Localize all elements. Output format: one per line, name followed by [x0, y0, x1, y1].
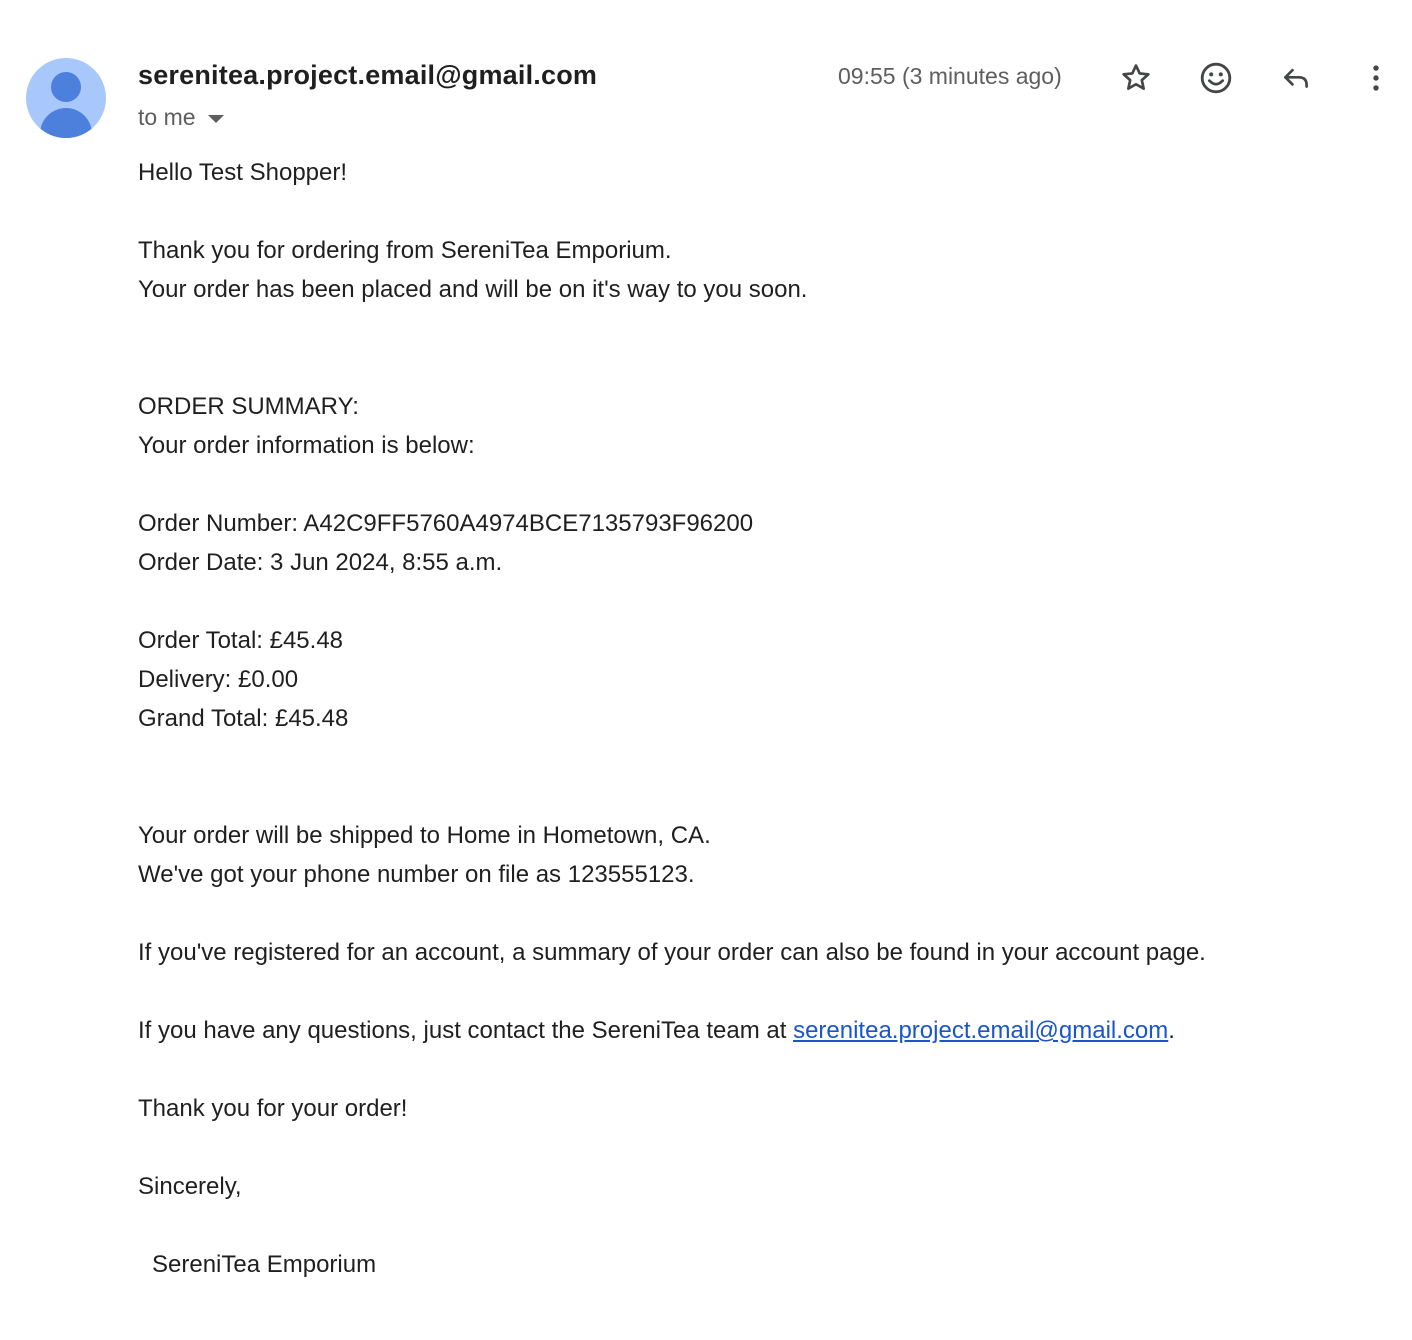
- closing-thanks: Thank you for your order!: [138, 1095, 408, 1122]
- order-placed-line: Your order has been placed and will be o…: [138, 276, 808, 303]
- star-button[interactable]: [1116, 58, 1156, 98]
- reply-button[interactable]: [1276, 58, 1316, 98]
- email-view: serenitea.project.email@gmail.com to me …: [0, 0, 1412, 1340]
- sign-off: Sincerely,: [138, 1173, 242, 1200]
- contact-email-link[interactable]: serenitea.project.email@gmail.com: [793, 1017, 1168, 1044]
- grand-total: Grand Total: £45.48: [138, 705, 349, 732]
- recipient-details-toggle[interactable]: to me: [138, 104, 224, 131]
- star-icon: [1122, 64, 1150, 90]
- sender-email[interactable]: serenitea.project.email@gmail.com: [138, 60, 597, 91]
- shipping-line: Your order will be shipped to Home in Ho…: [138, 822, 711, 849]
- phone-line: We've got your phone number on file as 1…: [138, 861, 695, 888]
- delivery-cost: Delivery: £0.00: [138, 666, 299, 693]
- order-summary-heading: ORDER SUMMARY:: [138, 393, 359, 420]
- reply-icon: [1284, 68, 1308, 88]
- contact-line: If you have any questions, just contact …: [138, 1017, 1175, 1045]
- greeting: Hello Test Shopper!: [138, 159, 348, 186]
- avatar-body-shape: [40, 108, 92, 138]
- emoji-icon: [1200, 62, 1232, 94]
- thanks-line: Thank you for ordering from SereniTea Em…: [138, 237, 672, 264]
- order-total: Order Total: £45.48: [138, 627, 344, 654]
- chevron-down-icon[interactable]: [207, 114, 224, 123]
- email-timestamp: 09:55 (3 minutes ago): [838, 63, 1062, 89]
- avatar-head-shape: [51, 72, 81, 102]
- more-options-button[interactable]: [1356, 58, 1396, 98]
- contact-prefix: If you have any questions, just contact …: [138, 1017, 794, 1044]
- signature: SereniTea Emporium: [152, 1251, 377, 1278]
- account-line: If you've registered for an account, a s…: [138, 939, 1206, 966]
- recipient-label: to me: [138, 104, 196, 130]
- order-date: Order Date: 3 Jun 2024, 8:55 a.m.: [138, 549, 503, 576]
- more-vert-icon: [1373, 65, 1379, 91]
- order-summary-intro: Your order information is below:: [138, 432, 475, 459]
- sender-avatar[interactable]: [26, 58, 106, 138]
- order-number: Order Number: A42C9FF5760A4974BCE7135793…: [138, 510, 754, 537]
- add-reaction-button[interactable]: [1196, 58, 1236, 98]
- contact-suffix: .: [1168, 1017, 1175, 1044]
